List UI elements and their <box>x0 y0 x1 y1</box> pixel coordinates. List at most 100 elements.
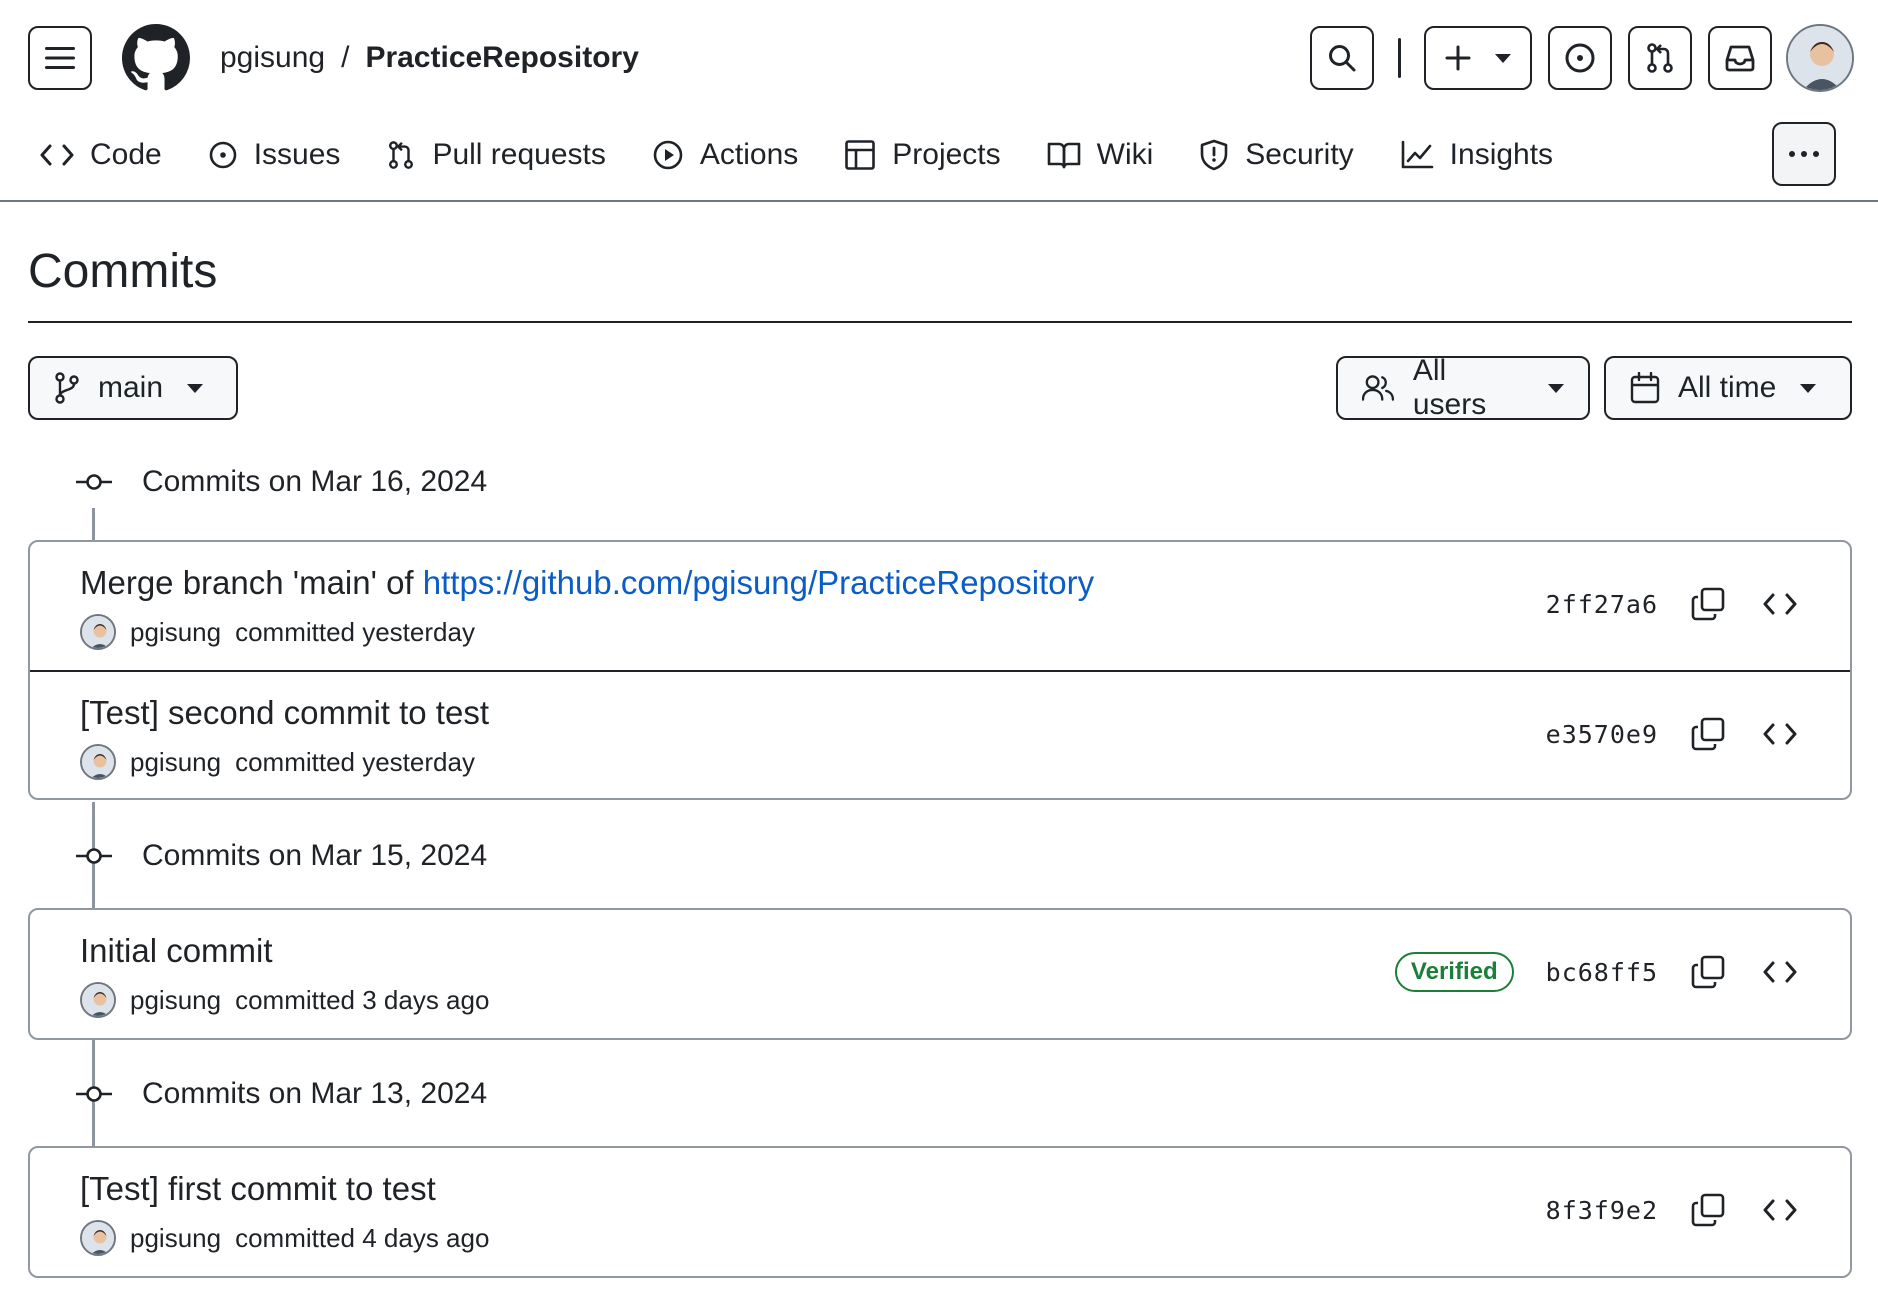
copy-icon <box>1691 587 1725 621</box>
author-avatar[interactable] <box>80 744 116 780</box>
tab-label: Code <box>90 138 162 171</box>
commit-time: committed 3 days ago <box>235 984 490 1015</box>
pull-request-icon <box>1647 43 1673 73</box>
user-avatar[interactable] <box>1786 24 1854 92</box>
browse-files-button[interactable] <box>1760 584 1800 624</box>
commit-row: [Test] first commit to test pgisung comm… <box>30 1148 1850 1276</box>
issue-icon <box>209 141 237 169</box>
browse-files-button[interactable] <box>1760 952 1800 992</box>
tab-label: Insights <box>1449 138 1554 171</box>
commit-message[interactable]: Merge branch 'main' of <box>80 564 423 601</box>
avatar-image <box>82 1222 114 1254</box>
commit-row: [Test] second commit to test pgisung com… <box>30 670 1850 798</box>
search-button[interactable] <box>1310 26 1374 90</box>
your-issues-button[interactable] <box>1548 26 1612 90</box>
commit-row: Merge branch 'main' of https://github.co… <box>30 542 1850 670</box>
commit-meta: pgisung committed yesterday <box>80 614 475 650</box>
users-filter-label: All users <box>1412 354 1487 421</box>
tab-code[interactable]: Code <box>40 130 162 180</box>
commit-message[interactable]: [Test] first commit to test <box>80 1170 436 1207</box>
copy-sha-button[interactable] <box>1688 714 1728 754</box>
time-filter-button[interactable]: All time <box>1604 356 1852 420</box>
tab-label: Security <box>1245 138 1354 171</box>
commit-title[interactable]: Merge branch 'main' of https://github.co… <box>80 562 1094 604</box>
kebab-horizontal-icon <box>1789 151 1795 157</box>
author-avatar[interactable] <box>80 614 116 650</box>
tab-wiki[interactable]: Wiki <box>1047 130 1154 180</box>
avatar-image <box>82 616 114 648</box>
title-divider <box>28 321 1852 323</box>
commit-title[interactable]: Initial commit <box>80 930 273 972</box>
copy-icon <box>1691 1193 1725 1227</box>
commit-meta: pgisung committed 3 days ago <box>80 982 489 1018</box>
tab-actions[interactable]: Actions <box>652 130 798 180</box>
caret-down-icon <box>187 383 204 393</box>
commit-time: committed 4 days ago <box>235 1222 490 1253</box>
git-commit-icon <box>76 1086 112 1102</box>
more-tabs-button[interactable] <box>1772 122 1836 186</box>
copy-icon <box>1691 955 1725 989</box>
play-icon <box>653 140 683 170</box>
users-filter-button[interactable]: All users <box>1336 354 1590 421</box>
repo-owner-link[interactable]: pgisung <box>220 38 325 78</box>
caret-down-icon <box>1800 383 1817 393</box>
header-divider <box>1398 38 1401 78</box>
inbox-button[interactable] <box>1708 26 1772 90</box>
code-icon <box>1763 723 1797 745</box>
copy-sha-button[interactable] <box>1688 584 1728 624</box>
git-commit-icon <box>76 848 112 864</box>
code-icon <box>40 144 74 166</box>
branch-label: main <box>98 371 164 404</box>
commit-sha-link[interactable]: e3570e9 <box>1546 720 1658 749</box>
author-name[interactable]: pgisung <box>130 1223 221 1254</box>
author-avatar[interactable] <box>80 982 116 1018</box>
tab-insights[interactable]: Insights <box>1400 130 1553 180</box>
commit-title[interactable]: [Test] second commit to test <box>80 692 489 734</box>
create-new-button[interactable] <box>1424 26 1532 90</box>
commit-title[interactable]: [Test] first commit to test <box>80 1168 436 1210</box>
commit-message[interactable]: [Test] second commit to test <box>80 694 489 731</box>
git-branch-icon <box>55 372 79 404</box>
avatar-image <box>1788 26 1852 90</box>
author-name[interactable]: pgisung <box>130 747 221 778</box>
copy-sha-button[interactable] <box>1688 1190 1728 1230</box>
code-icon <box>1763 593 1797 615</box>
commit-group-date: Commits on Mar 15, 2024 <box>142 839 488 872</box>
author-avatar[interactable] <box>80 1220 116 1256</box>
calendar-icon <box>1630 372 1660 404</box>
commit-time: committed yesterday <box>235 746 475 777</box>
commit-actions: 8f3f9e2 <box>1546 1188 1800 1232</box>
github-logo-icon[interactable] <box>122 24 190 92</box>
tab-security[interactable]: Security <box>1199 130 1354 180</box>
tab-label: Wiki <box>1096 138 1154 171</box>
menu-button[interactable] <box>28 26 92 90</box>
commit-sha-link[interactable]: 8f3f9e2 <box>1546 1196 1658 1225</box>
timeline-line <box>92 508 95 540</box>
verified-badge[interactable]: Verified <box>1394 952 1514 992</box>
git-commit-icon <box>76 474 112 490</box>
breadcrumb-separator: / <box>341 41 350 74</box>
browse-files-button[interactable] <box>1760 714 1800 754</box>
copy-sha-button[interactable] <box>1688 952 1728 992</box>
tab-projects[interactable]: Projects <box>844 130 1001 180</box>
branch-select-button[interactable]: main <box>28 356 238 420</box>
author-name[interactable]: pgisung <box>130 617 221 648</box>
commit-sha-link[interactable]: bc68ff5 <box>1546 958 1658 987</box>
tab-pull-requests[interactable]: Pull requests <box>386 130 606 180</box>
repo-nav-tabs: Code Issues Pull requests Actions Projec… <box>40 130 1599 180</box>
author-name[interactable]: pgisung <box>130 985 221 1016</box>
graph-icon <box>1401 140 1433 169</box>
tab-label: Pull requests <box>432 138 606 171</box>
commit-message-link[interactable]: https://github.com/pgisung/PracticeRepos… <box>423 564 1094 601</box>
repo-name-link[interactable]: PracticeRepository <box>365 38 638 78</box>
your-pull-requests-button[interactable] <box>1628 26 1692 90</box>
caret-down-icon <box>1495 53 1511 63</box>
page-title: Commits <box>28 245 218 298</box>
browse-files-button[interactable] <box>1760 1190 1800 1230</box>
commit-sha-link[interactable]: 2ff27a6 <box>1546 590 1658 619</box>
commit-meta: pgisung committed yesterday <box>80 744 475 780</box>
commit-message[interactable]: Initial commit <box>80 932 273 969</box>
commit-group-date: Commits on Mar 13, 2024 <box>142 1077 488 1110</box>
tab-issues[interactable]: Issues <box>208 130 340 180</box>
commit-list-box: [Test] first commit to test pgisung comm… <box>28 1146 1852 1278</box>
